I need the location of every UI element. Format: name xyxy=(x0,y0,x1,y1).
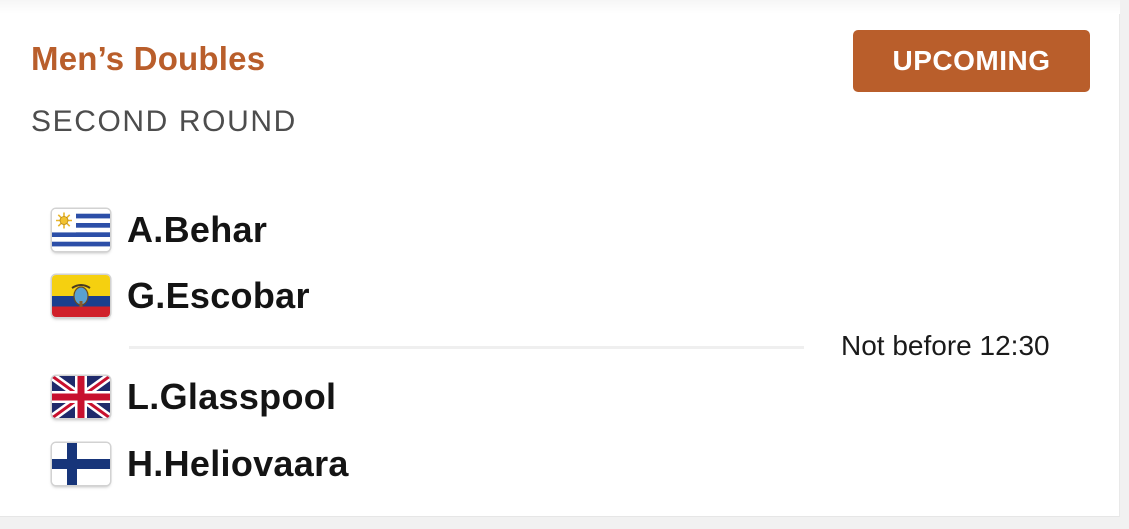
team-divider xyxy=(129,346,804,349)
player-row[interactable]: H.Heliovaara xyxy=(52,441,349,487)
event-title: Men’s Doubles xyxy=(31,40,266,77)
player-name: A.Behar xyxy=(127,209,268,250)
status-badge: UPCOMING xyxy=(853,30,1090,92)
match-time: Not before 12:30 xyxy=(841,330,1050,361)
player-row[interactable]: L.Glasspool xyxy=(52,374,336,420)
ecuador-flag-icon xyxy=(52,275,110,317)
player-name: L.Glasspool xyxy=(127,376,337,417)
player-name: H.Heliovaara xyxy=(127,443,349,484)
player-row[interactable]: A.Behar xyxy=(52,207,267,253)
match-card[interactable]: Men’s Doubles SECOND ROUND UPCOMING A.Be… xyxy=(0,0,1120,517)
player-name: G.Escobar xyxy=(127,275,310,316)
player-row[interactable]: G.Escobar xyxy=(52,273,310,319)
card-top-edge xyxy=(0,0,1120,14)
united-kingdom-flag-icon xyxy=(52,376,110,418)
round-label: SECOND ROUND xyxy=(31,105,297,138)
finland-flag-icon xyxy=(52,443,110,485)
uruguay-flag-icon xyxy=(52,209,110,251)
